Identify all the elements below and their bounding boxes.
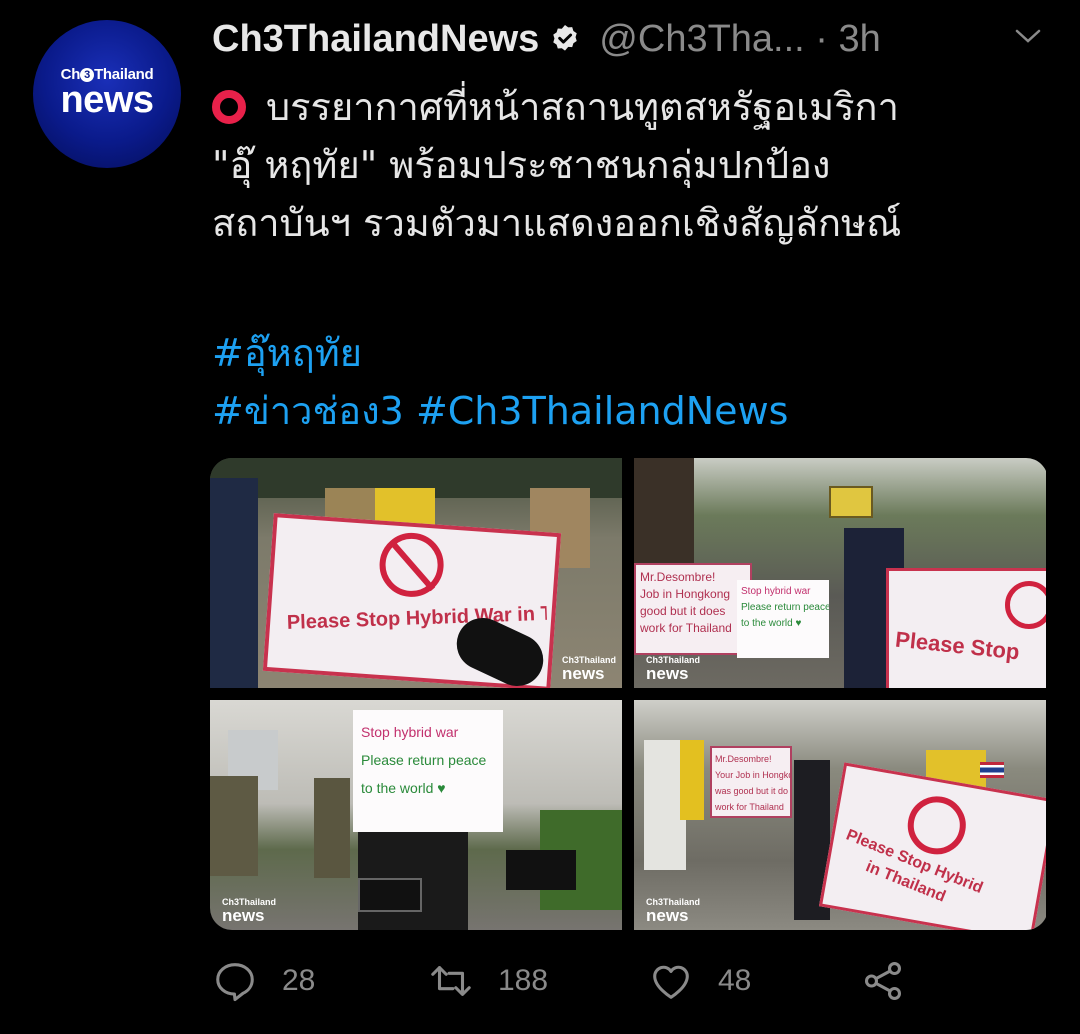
banner-text: Please Stop [894,626,1021,665]
sign: Stop hybrid war Please return peace to t… [353,710,503,832]
watermark: Ch3Thailand news [646,897,701,925]
photo-3[interactable]: Stop hybrid war Please return peace to t… [210,700,622,930]
phone [358,878,422,912]
sign-line: work for Thailand [715,802,784,812]
sign-line: Mr.Desombre! [640,570,716,584]
avatar-brand-news: news [60,78,154,121]
sign-line: Your Job in Hongkong [715,770,790,780]
sign-line: Job in Hongkong [640,587,731,601]
sign-line: to the world ♥ [361,780,446,796]
no-symbol-icon [377,530,446,600]
sign-line: work for Thailand [640,621,732,635]
tweet-text-line-2: "อุ๊ หฤทัย" พร้อมประชาชนกลุ่มปกป้อง [212,143,831,187]
sign-line: to the world ♥ [741,618,802,629]
action-bar: 28 188 48 [212,958,1032,1014]
watermark: Ch3Thailand news [646,655,701,683]
tree-trunk [634,458,694,578]
tweet-text-line: "อุ๊ หฤทัย" พร้อมประชาชนกลุ่มปกป้อง [212,136,1052,194]
sign-line: Please return peace [741,602,829,613]
reply-button[interactable]: 28 [212,958,315,1004]
tweet-text-line-1: บรรยากาศที่หน้าสถานทูตสหรัฐอเมริกา [266,85,899,129]
banner: Please Stop Hybrid in Thailand [818,762,1046,930]
tweet-header: Ch3ThailandNews @Ch3Tha... · 3h [212,14,1050,64]
hashtag-link[interactable]: #อุ๊หฤทัย [212,331,362,375]
hashtags: #อุ๊หฤทัย #ข่าวช่อง3 #Ch3ThailandNews [212,324,788,440]
sign-line: was good but it do [715,786,789,796]
avatar[interactable]: Ch 3 Thailand news [33,20,181,168]
hashtag-link[interactable]: #Ch3ThailandNews [416,389,789,433]
verified-badge-icon [549,23,581,55]
like-count: 48 [718,964,752,997]
no-symbol-icon [903,791,971,859]
hashtag-link[interactable]: #ข่าวช่อง3 [212,389,404,433]
chevron-down-icon[interactable] [1014,26,1042,46]
reply-count: 28 [282,964,316,997]
media-grid: Please Stop Hybrid War in Thailand Ch3Th… [210,458,1048,930]
tweet-text-line: บรรยากาศที่หน้าสถานทูตสหรัฐอเมริกา [212,78,1052,136]
tweet-text-line-3: สถาบันฯ รวมตัวมาแสดงออกเชิงสัญลักษณ์ [212,201,902,245]
tweet-text: บรรยากาศที่หน้าสถานทูตสหรัฐอเมริกา "อุ๊ … [212,78,1052,252]
person-figure [314,778,350,878]
tweet-text-line: สถาบันฯ รวมตัวมาแสดงออกเชิงสัญลักษณ์ [212,194,1052,252]
sign-line: Stop hybrid war [741,586,811,597]
timestamp[interactable]: · 3h [815,18,880,60]
sign-line: Stop hybrid war [361,724,459,740]
photo-1[interactable]: Please Stop Hybrid War in Thailand Ch3Th… [210,458,622,688]
sign-line: Mr.Desombre! [715,754,772,764]
person-figure [680,740,704,820]
person-figure [210,776,258,876]
reply-icon [216,963,254,1002]
sign-line: good but it does [640,604,726,618]
sign: Stop hybrid war Please return peace to t… [737,580,829,658]
retweet-button[interactable]: 188 [428,958,548,1004]
share-button[interactable] [860,958,930,1004]
watermark: Ch3Thailand news [562,655,617,683]
retweet-icon [431,966,471,996]
sign: Mr.Desombre! Job in Hongkong good but it… [634,563,752,655]
photo-2[interactable]: Mr.Desombre! Job in Hongkong good but it… [634,458,1046,688]
photo-4[interactable]: Mr.Desombre! Your Job in Hongkong was go… [634,700,1046,930]
watermark: Ch3Thailand news [222,897,277,925]
portrait-frame [829,486,873,518]
retweet-count: 188 [498,964,549,997]
sign: Mr.Desombre! Your Job in Hongkong was go… [710,746,792,818]
red-circle-emoji-icon [212,90,246,124]
sign-line: Please return peace [361,752,487,768]
no-symbol-icon [1005,581,1046,629]
handle[interactable]: @Ch3Tha... · 3h [599,18,880,61]
thai-flag [980,762,1004,778]
person-figure [210,478,258,688]
display-name[interactable]: Ch3ThailandNews [212,18,539,61]
like-icon [653,965,689,999]
handle-text: @Ch3Tha... [599,17,805,60]
like-button[interactable]: 48 [648,958,751,1004]
banner: Please Stop [886,568,1046,688]
share-icon [864,962,902,1000]
camera [506,850,576,890]
